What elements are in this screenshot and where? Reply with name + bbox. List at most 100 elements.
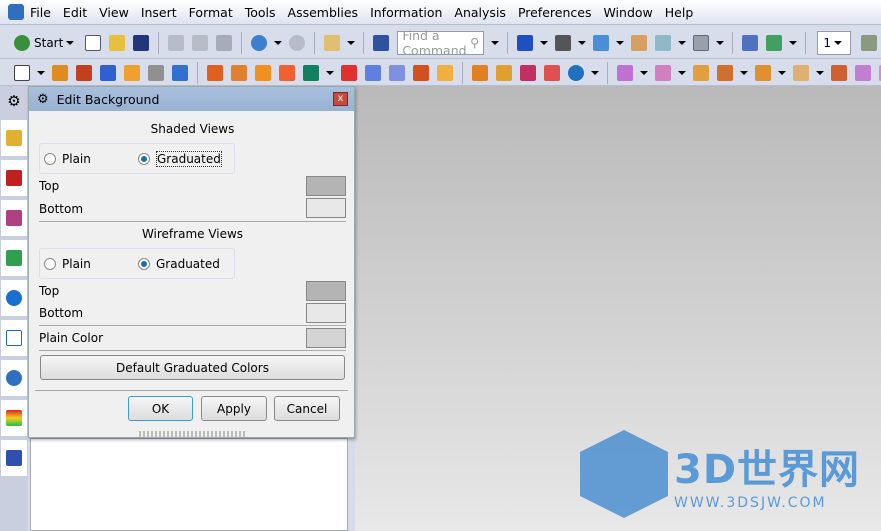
pattern-icon[interactable]: [255, 64, 271, 81]
menu-format[interactable]: Format: [189, 5, 233, 20]
insert-part-icon[interactable]: [617, 64, 633, 81]
tab-library[interactable]: [1, 240, 27, 276]
split-icon[interactable]: [389, 64, 405, 81]
cone-icon[interactable]: [544, 64, 560, 81]
menu-view[interactable]: View: [99, 5, 129, 20]
menu-preferences[interactable]: Preferences: [518, 5, 592, 20]
mirror-icon[interactable]: [279, 64, 295, 81]
layer-manager-icon[interactable]: [861, 34, 877, 51]
tab-clock[interactable]: [1, 360, 27, 396]
open-folder-icon[interactable]: [109, 34, 126, 51]
dropdown-arrow-icon[interactable]: [740, 70, 748, 75]
dropdown-arrow-icon[interactable]: [716, 40, 725, 45]
default-graduated-colors-button[interactable]: Default Graduated Colors: [40, 355, 345, 380]
clip-plane-icon[interactable]: [631, 34, 648, 51]
search-dropdown-icon[interactable]: [491, 40, 500, 45]
wireframe-graduated-radio[interactable]: Graduated: [138, 257, 220, 271]
dropdown-arrow-icon[interactable]: [816, 70, 824, 75]
dropdown-arrow-icon[interactable]: [778, 70, 786, 75]
sphere-icon[interactable]: [568, 64, 584, 81]
view-layout-icon[interactable]: [517, 34, 534, 51]
shaded-cube-icon[interactable]: [593, 34, 610, 51]
undo-dropdown-icon[interactable]: [274, 40, 283, 45]
wireframe-bottom-color-swatch[interactable]: [306, 303, 346, 323]
move-face-icon[interactable]: [437, 64, 453, 81]
rib-icon[interactable]: [413, 64, 429, 81]
menu-file[interactable]: File: [30, 5, 51, 20]
revolve-icon[interactable]: [76, 64, 92, 81]
cancel-button[interactable]: Cancel: [274, 396, 340, 421]
sketch-icon[interactable]: [14, 64, 30, 81]
pocket-icon[interactable]: [124, 64, 140, 81]
redo-icon[interactable]: [289, 34, 306, 51]
hole-icon[interactable]: [100, 64, 116, 81]
shell-icon[interactable]: [172, 64, 188, 81]
shaded-graduated-radio[interactable]: Graduated: [138, 150, 222, 167]
cut-icon[interactable]: [168, 34, 185, 51]
import-icon[interactable]: [766, 34, 783, 51]
emboss-icon[interactable]: [231, 64, 247, 81]
fix-icon[interactable]: [831, 64, 847, 81]
plain-color-swatch[interactable]: [306, 328, 346, 348]
boolean-icon[interactable]: [303, 64, 319, 81]
search-icon[interactable]: ⚲: [470, 35, 479, 50]
shaded-bottom-color-swatch[interactable]: [306, 198, 346, 218]
ok-button[interactable]: OK: [128, 396, 193, 421]
wireframe-plain-radio[interactable]: Plain: [44, 257, 91, 271]
tab-document[interactable]: [1, 320, 27, 356]
color-swatch-icon[interactable]: [693, 34, 710, 51]
customize-icon[interactable]: [324, 34, 341, 51]
dropdown-arrow-icon[interactable]: [37, 70, 45, 75]
layer-select[interactable]: 1: [817, 30, 851, 55]
section-view-icon[interactable]: [655, 34, 672, 51]
surface-icon[interactable]: [496, 64, 512, 81]
paste-icon[interactable]: [216, 34, 233, 51]
apply-button[interactable]: Apply: [201, 396, 267, 421]
solid-box-icon[interactable]: [472, 64, 488, 81]
menu-edit[interactable]: Edit: [63, 5, 87, 20]
draft-icon[interactable]: [148, 64, 164, 81]
menu-analysis[interactable]: Analysis: [454, 5, 506, 20]
dropdown-arrow-icon[interactable]: [540, 40, 549, 45]
angle-icon[interactable]: [855, 64, 871, 81]
copy-icon[interactable]: [192, 34, 209, 51]
find-command-input[interactable]: Find a Command ⚲: [397, 28, 485, 58]
dropdown-arrow-icon[interactable]: [326, 70, 334, 75]
tab-assembly[interactable]: [1, 200, 27, 236]
menu-help[interactable]: Help: [665, 5, 694, 20]
dropdown-arrow-icon[interactable]: [678, 70, 686, 75]
tab-datum[interactable]: [1, 160, 27, 196]
menu-insert[interactable]: Insert: [141, 5, 177, 20]
tab-history[interactable]: [1, 120, 27, 156]
delete-constraint-icon[interactable]: [693, 64, 709, 81]
align-icon[interactable]: [755, 64, 771, 81]
undo-icon[interactable]: [251, 34, 268, 51]
shaded-plain-radio[interactable]: Plain: [44, 152, 91, 166]
copy-part-icon[interactable]: [717, 64, 733, 81]
wireframe-top-color-swatch[interactable]: [306, 281, 346, 301]
sweep-icon[interactable]: [365, 64, 381, 81]
loft-icon[interactable]: [520, 64, 536, 81]
menu-information[interactable]: Information: [370, 5, 442, 20]
menu-tools[interactable]: Tools: [245, 5, 276, 20]
export-icon[interactable]: [742, 34, 759, 51]
gear-icon[interactable]: ⚙: [0, 86, 28, 116]
customize-dropdown-icon[interactable]: [347, 40, 356, 45]
tab-tools[interactable]: [1, 440, 27, 476]
start-button[interactable]: Start: [10, 34, 77, 51]
dialog-title-bar[interactable]: ⚙ Edit Background x: [29, 87, 354, 111]
tab-info[interactable]: [1, 280, 27, 316]
dropdown-arrow-icon[interactable]: [616, 40, 625, 45]
dropdown-arrow-icon[interactable]: [578, 40, 587, 45]
dropdown-arrow-icon[interactable]: [789, 40, 798, 45]
tab-color[interactable]: [1, 400, 27, 436]
shaded-top-color-swatch[interactable]: [306, 176, 346, 196]
extrude-icon[interactable]: [52, 64, 68, 81]
dropdown-arrow-icon[interactable]: [640, 70, 648, 75]
chamfer-icon[interactable]: [341, 64, 357, 81]
resize-grip[interactable]: [139, 431, 247, 437]
dropdown-arrow-icon[interactable]: [678, 40, 687, 45]
new-file-icon[interactable]: [85, 34, 102, 51]
dropdown-arrow-icon[interactable]: [591, 70, 599, 75]
menu-window[interactable]: Window: [603, 5, 652, 20]
